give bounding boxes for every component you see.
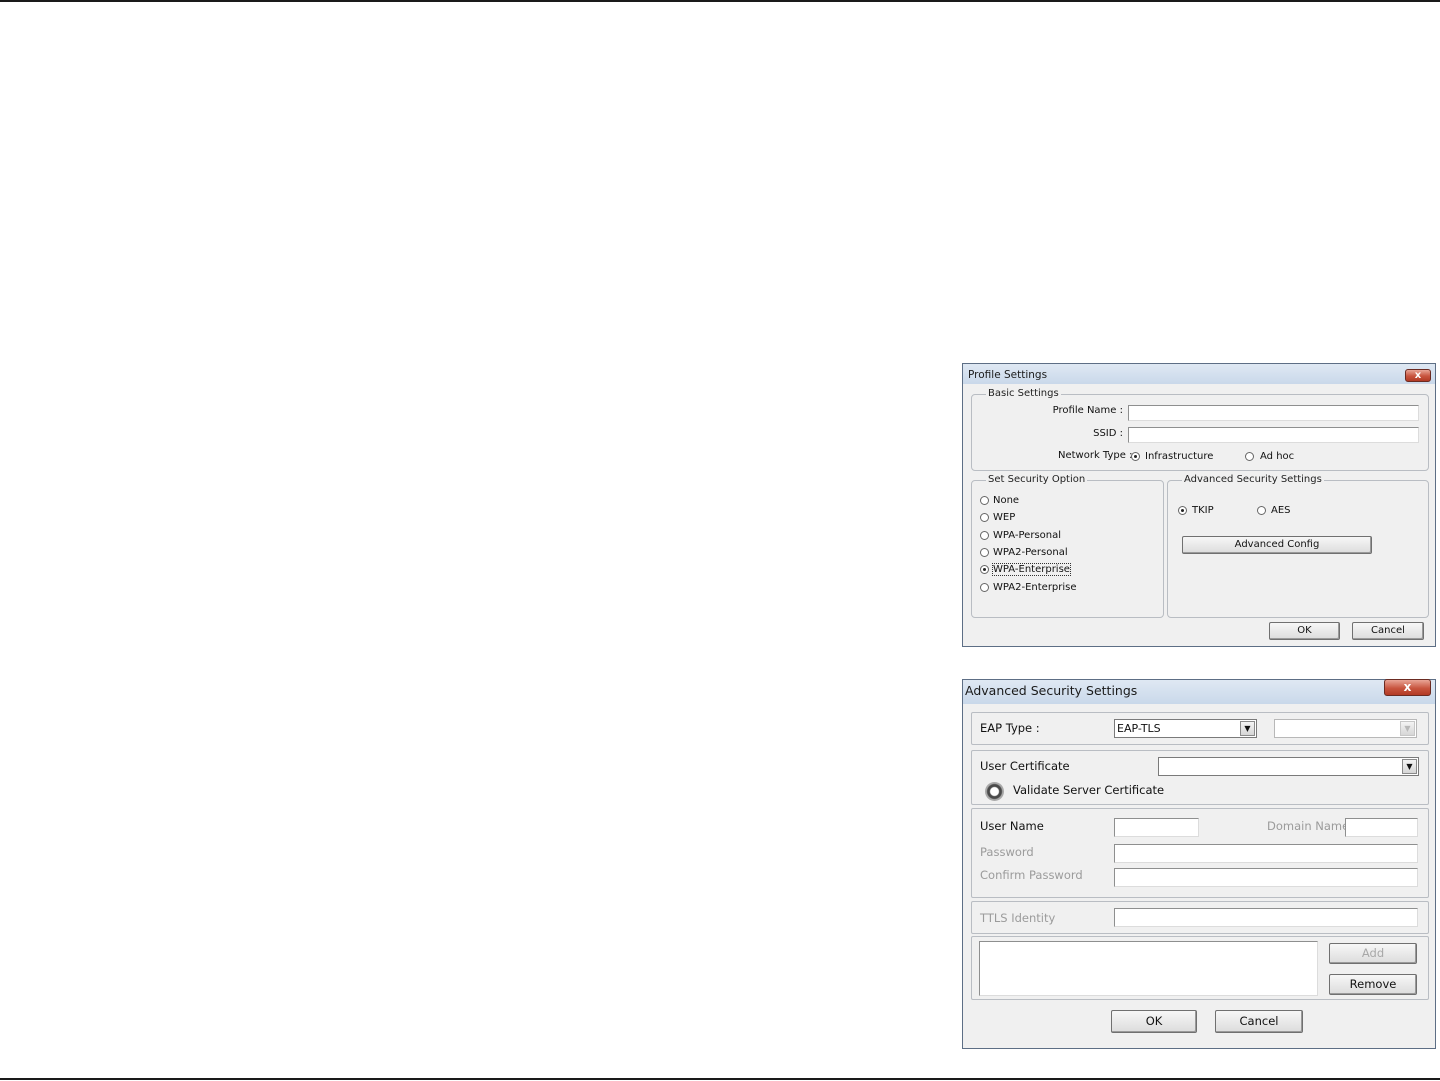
- eap-type-label: EAP Type :: [980, 721, 1040, 735]
- advanced-ok-button[interactable]: OK: [1111, 1010, 1197, 1033]
- security-label-none[interactable]: None: [993, 495, 1019, 506]
- aes-radio[interactable]: [1257, 506, 1266, 515]
- domain-name-label: Domain Name: [1267, 819, 1350, 833]
- top-rule: [0, 0, 1440, 2]
- add-button[interactable]: Add: [1329, 943, 1417, 964]
- infrastructure-radio[interactable]: [1131, 452, 1140, 461]
- profile-name-input[interactable]: [1128, 405, 1419, 421]
- advanced-cancel-button[interactable]: Cancel: [1215, 1010, 1303, 1033]
- security-radio-wpa-personal[interactable]: [980, 531, 989, 540]
- advanced-security-legend: Advanced Security Settings: [1182, 474, 1324, 485]
- eap-type-select[interactable]: EAP-TLS ▼: [1114, 719, 1257, 738]
- advanced-security-titlebar[interactable]: Advanced Security Settings: [963, 680, 1435, 704]
- chevron-down-icon: ▼: [1400, 721, 1415, 736]
- ttls-identity-input[interactable]: [1114, 908, 1418, 927]
- profile-settings-window: Profile Settings x Basic Settings Profil…: [962, 363, 1436, 647]
- security-radio-wpa2-enterprise[interactable]: [980, 583, 989, 592]
- security-option-legend: Set Security Option: [986, 474, 1088, 485]
- advanced-security-group: Advanced Security Settings TKIP AES Adva…: [1167, 474, 1429, 618]
- security-label-wep[interactable]: WEP: [993, 512, 1015, 523]
- confirm-password-label: Confirm Password: [980, 868, 1083, 882]
- certificate-section: User Certificate ▼ Validate Server Certi…: [971, 750, 1429, 805]
- security-radio-none[interactable]: [980, 496, 989, 505]
- ssid-label: SSID :: [1093, 428, 1123, 439]
- ssid-input[interactable]: [1128, 427, 1419, 443]
- confirm-password-input[interactable]: [1114, 868, 1418, 887]
- password-input[interactable]: [1114, 844, 1418, 863]
- password-label: Password: [980, 845, 1034, 859]
- user-certificate-select[interactable]: ▼: [1158, 757, 1419, 776]
- window-title: Advanced Security Settings: [965, 683, 1138, 698]
- certificate-list-section: Add Remove: [971, 936, 1429, 1000]
- tkip-radio[interactable]: [1178, 506, 1187, 515]
- security-radio-wep[interactable]: [980, 513, 989, 522]
- domain-name-input[interactable]: [1345, 818, 1418, 837]
- eap-inner-select: ▼: [1274, 719, 1417, 738]
- network-type-label: Network Type :: [1058, 450, 1133, 461]
- profile-name-label: Profile Name :: [1052, 405, 1123, 416]
- close-icon[interactable]: x: [1405, 369, 1431, 382]
- profile-ok-button[interactable]: OK: [1269, 622, 1340, 640]
- security-radio-wpa-enterprise[interactable]: [980, 565, 989, 574]
- tkip-label[interactable]: TKIP: [1192, 505, 1214, 516]
- security-label-wpa-enterprise[interactable]: WPA-Enterprise: [992, 563, 1071, 576]
- security-option-group: Set Security Option None WEP WPA-Persona…: [971, 474, 1164, 618]
- basic-settings-group: Basic Settings Profile Name : SSID : Net…: [971, 388, 1429, 471]
- remove-button[interactable]: Remove: [1329, 974, 1417, 995]
- profile-cancel-button[interactable]: Cancel: [1352, 622, 1424, 640]
- advanced-config-button[interactable]: Advanced Config: [1182, 536, 1372, 554]
- profile-settings-titlebar[interactable]: Profile Settings: [963, 364, 1435, 384]
- advanced-security-window: Advanced Security Settings x EAP Type : …: [962, 679, 1436, 1049]
- certificate-list[interactable]: [979, 941, 1318, 996]
- basic-settings-legend: Basic Settings: [986, 388, 1061, 399]
- adhoc-label[interactable]: Ad hoc: [1260, 451, 1294, 462]
- user-certificate-label: User Certificate: [980, 759, 1070, 773]
- validate-server-label[interactable]: Validate Server Certificate: [1013, 783, 1164, 797]
- chevron-down-icon[interactable]: ▼: [1402, 759, 1417, 774]
- ttls-section: TTLS Identity: [971, 901, 1429, 934]
- security-label-wpa2-enterprise[interactable]: WPA2-Enterprise: [993, 582, 1077, 593]
- eap-type-section: EAP Type : EAP-TLS ▼ ▼: [971, 712, 1429, 745]
- validate-server-toggle[interactable]: [985, 782, 1004, 801]
- adhoc-radio[interactable]: [1245, 452, 1254, 461]
- infrastructure-label[interactable]: Infrastructure: [1145, 451, 1213, 462]
- security-label-wpa2-personal[interactable]: WPA2-Personal: [993, 547, 1068, 558]
- security-label-wpa-personal[interactable]: WPA-Personal: [993, 530, 1061, 541]
- ttls-identity-label: TTLS Identity: [980, 911, 1056, 925]
- aes-label[interactable]: AES: [1271, 505, 1291, 516]
- bottom-rule: [0, 1078, 1440, 1080]
- window-title: Profile Settings: [968, 369, 1048, 381]
- user-name-input[interactable]: [1114, 818, 1199, 837]
- chevron-down-icon[interactable]: ▼: [1240, 721, 1255, 736]
- credentials-section: User Name Domain Name Password Confirm P…: [971, 808, 1429, 898]
- close-icon[interactable]: x: [1384, 679, 1431, 696]
- user-name-label: User Name: [980, 819, 1044, 833]
- security-radio-wpa2-personal[interactable]: [980, 548, 989, 557]
